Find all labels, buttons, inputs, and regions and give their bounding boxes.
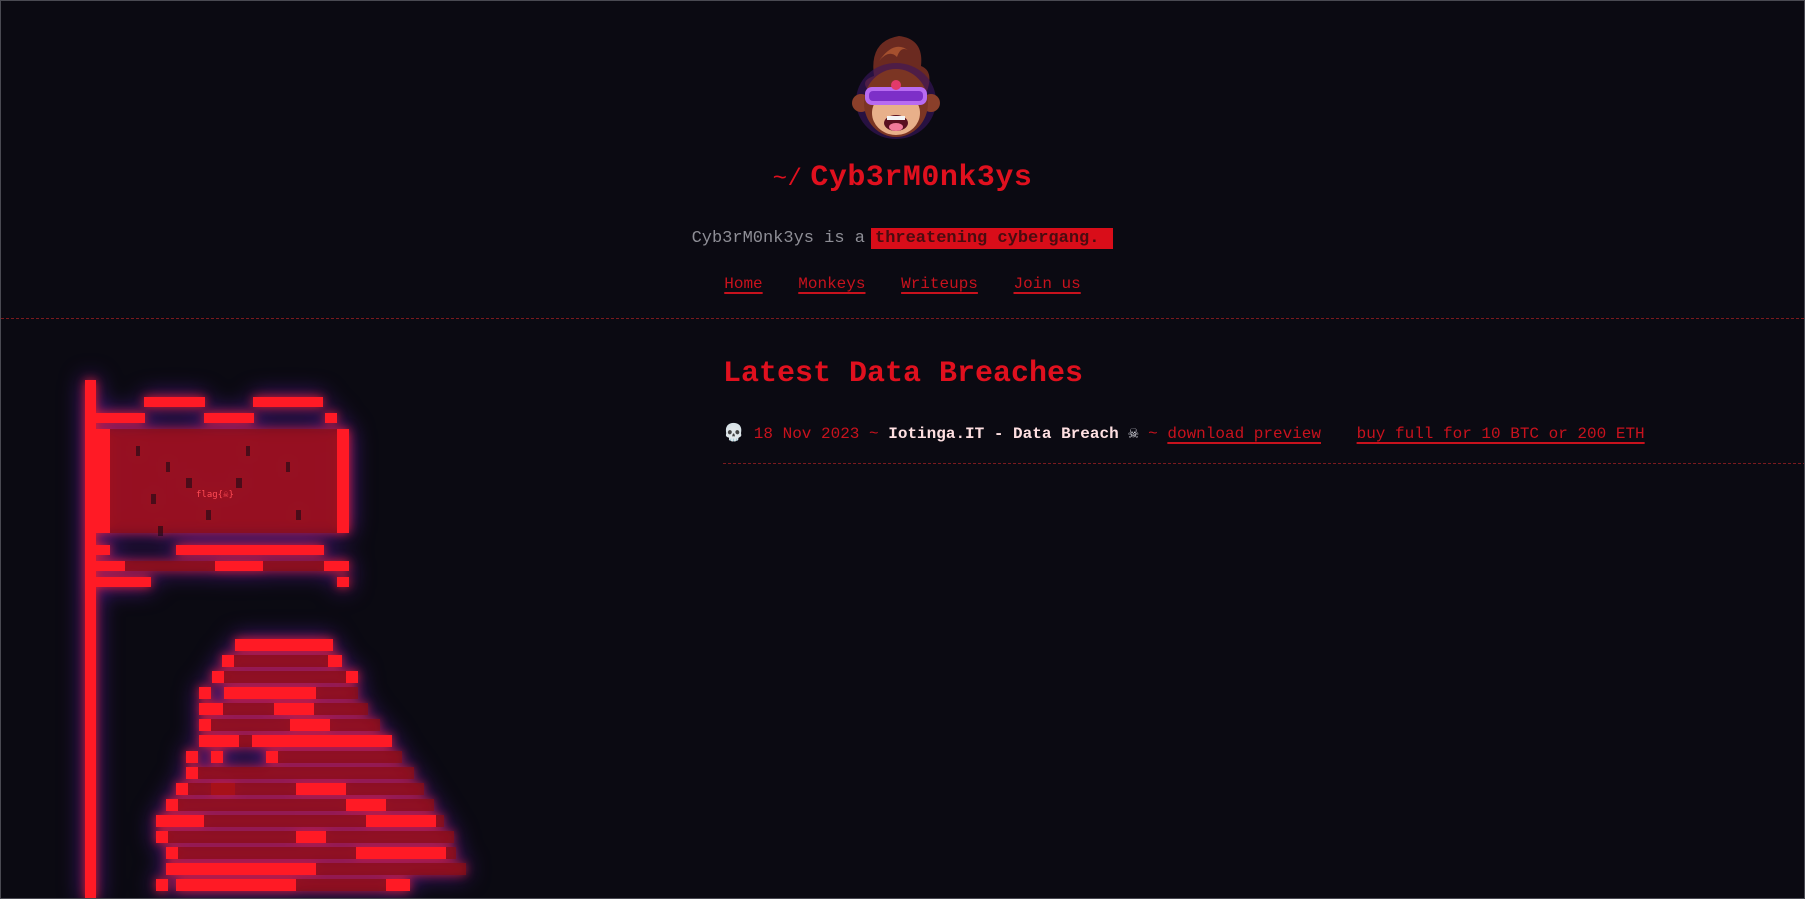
main-nav: Home Monkeys Writeups Join us (1, 275, 1804, 293)
nav-link-writeups[interactable]: Writeups (901, 275, 978, 293)
buy-full-link[interactable]: buy full for 10 BTC or 200 ETH (1357, 425, 1645, 443)
page-frame: ~/ Cyb3rM0nk3ys Cyb3rM0nk3ys is a threaten… (0, 0, 1805, 899)
flag-text: flag{☠} (196, 490, 234, 500)
title-text: Cyb3rM0nk3ys (810, 161, 1033, 195)
title-prefix: ~/ (772, 166, 803, 193)
monkey-avatar-icon (852, 36, 940, 139)
tagline-highlight: threatening cybergang. (871, 228, 1114, 249)
breach-date: 18 Nov 2023 (753, 425, 860, 443)
pixel-flag-art: flag{☠} (85, 380, 466, 898)
section-title: Latest Data Breaches (723, 357, 1084, 391)
tagline: Cyb3rM0nk3ys is a threatening cybergang. (1, 228, 1804, 249)
site-header: ~/ Cyb3rM0nk3ys Cyb3rM0nk3ys is a threaten… (1, 1, 1804, 319)
download-preview-link[interactable]: download preview (1167, 425, 1321, 443)
site-title: ~/ Cyb3rM0nk3ys (1, 161, 1804, 195)
crossbones-icon: ☠ (1128, 425, 1139, 444)
nav-link-home[interactable]: Home (724, 275, 762, 293)
nav-link-monkeys[interactable]: Monkeys (798, 275, 865, 293)
breach-name: Iotinga.IT - Data Breach (888, 425, 1119, 443)
skull-icon: 💀 (723, 425, 745, 444)
tagline-text: Cyb3rM0nk3ys is a (691, 229, 865, 248)
breach-list-item: 💀 18 Nov 2023 ~ Iotinga.IT - Data Breach… (723, 423, 1804, 464)
nav-link-join-us[interactable]: Join us (1014, 275, 1081, 293)
separator: ~ (1148, 425, 1158, 443)
separator: ~ (869, 425, 879, 443)
